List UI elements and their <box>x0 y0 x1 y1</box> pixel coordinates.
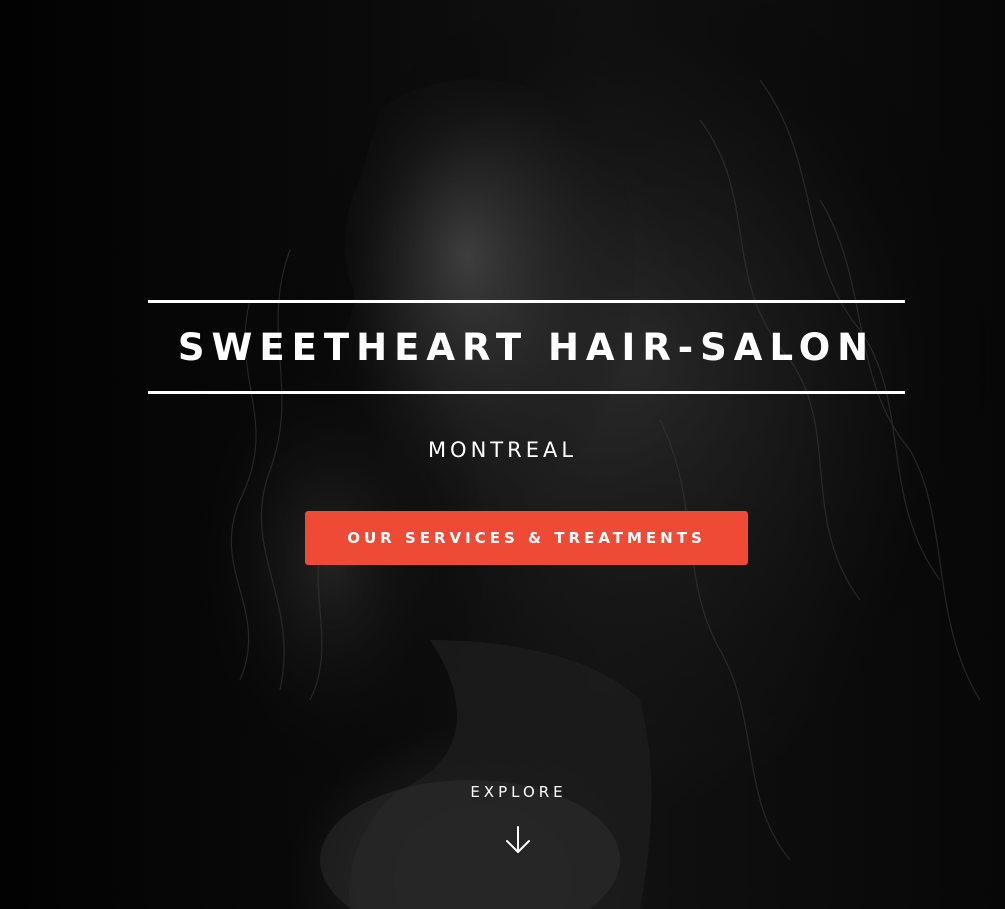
title-block: SWEETHEART HAIR-SALON <box>148 300 905 394</box>
arrow-down-icon[interactable] <box>504 825 532 855</box>
page-title: SWEETHEART HAIR-SALON <box>177 326 876 369</box>
location-subtitle: MONTREAL <box>427 438 578 462</box>
services-treatments-button[interactable]: OUR SERVICES & TREATMENTS <box>305 511 748 565</box>
hero-section: SWEETHEART HAIR-SALON MONTREAL OUR SERVI… <box>0 0 1005 909</box>
explore-label[interactable]: EXPLORE <box>0 782 1005 802</box>
title-top-rule <box>148 300 905 303</box>
title-bottom-rule <box>148 391 905 394</box>
